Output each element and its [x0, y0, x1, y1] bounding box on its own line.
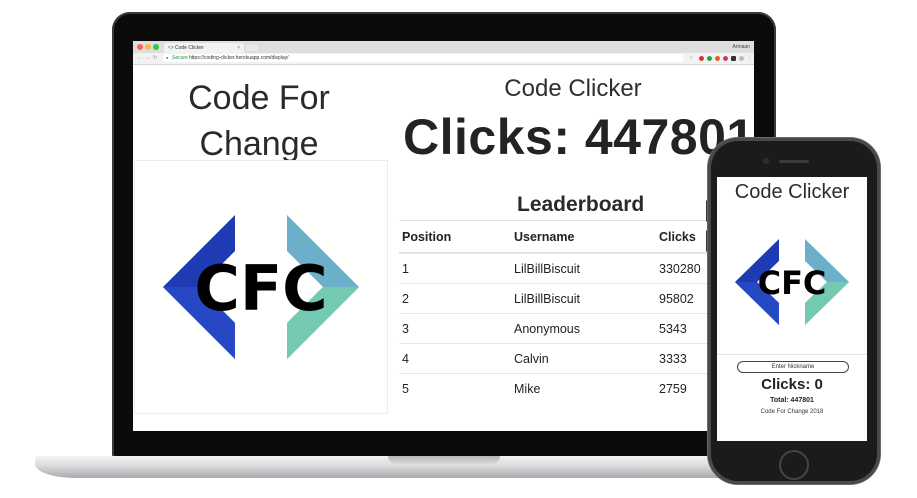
browser-tab-bar: <> Code Clicker × Armaan [133, 41, 754, 53]
header-position: Position [399, 220, 513, 254]
org-title-line1: Code For [188, 79, 330, 117]
laptop-screen: <> Code Clicker × Armaan ← → ↻ ● Secure … [133, 41, 754, 431]
table-row: 4 Calvin 3333 [399, 343, 729, 374]
leaderboard-title: Leaderboard [517, 193, 645, 216]
divider [717, 354, 867, 355]
row-username: Mike [513, 373, 658, 403]
cfc-logo-button[interactable]: CFC [134, 160, 388, 414]
user-clicks: Clicks: 0 [761, 376, 823, 393]
header-username: Username [513, 220, 658, 254]
row-position: 4 [399, 343, 513, 374]
total-clicks: Clicks: 447801 [403, 109, 754, 165]
back-icon[interactable]: ← [137, 53, 142, 64]
address-bar: ← → ↻ ● Secure https://coding-clicker.he… [133, 53, 754, 65]
favicon-icon: <> [168, 45, 174, 51]
table-header-row: Position Username Clicks [399, 220, 729, 254]
app-title: Code Clicker [504, 75, 642, 102]
url-field[interactable]: ● Secure https://coding-clicker.herokuap… [163, 54, 683, 62]
table-row: 2 LilBillBiscuit 95802 [399, 283, 729, 314]
row-username: LilBillBiscuit [513, 252, 658, 284]
row-username: Anonymous [513, 313, 658, 344]
row-position: 3 [399, 313, 513, 344]
extension-icon[interactable] [723, 56, 728, 61]
mobile-cfc-logo-button[interactable]: CFC [732, 237, 852, 327]
row-position: 2 [399, 283, 513, 314]
footer-text: Code For Change 2018 [760, 409, 824, 415]
table-row: 5 Mike 2759 [399, 373, 729, 403]
camera-icon [763, 158, 769, 164]
row-position: 1 [399, 252, 513, 284]
extension-icon[interactable] [707, 56, 712, 61]
url-text: https://coding-clicker.herokuapp.com/dis… [189, 55, 289, 61]
table-row: 1 LilBillBiscuit 330280 [399, 252, 729, 284]
extension-icon[interactable] [739, 56, 744, 61]
nickname-input[interactable]: Enter Nickname [737, 361, 849, 373]
home-button[interactable] [779, 450, 809, 480]
cfc-logo: CFC [163, 215, 359, 359]
mobile-app-title: Code Clicker [734, 181, 850, 203]
row-username: Calvin [513, 343, 658, 374]
table-row: 3 Anonymous 5343 [399, 313, 729, 344]
speaker-grille [779, 160, 809, 163]
secure-label: Secure [172, 55, 188, 61]
row-position: 5 [399, 373, 513, 403]
extension-icon[interactable] [699, 56, 704, 61]
logo-text: CFC [194, 252, 327, 325]
profile-name[interactable]: Armaan [732, 41, 750, 53]
mobile-logo-text: CFC [758, 264, 827, 302]
row-username: LilBillBiscuit [513, 283, 658, 314]
reload-icon[interactable]: ↻ [153, 53, 157, 64]
tab-title: Code Clicker [175, 45, 204, 51]
maximize-window-icon[interactable] [153, 44, 159, 50]
extension-icon[interactable] [731, 56, 736, 61]
minimize-window-icon[interactable] [145, 44, 151, 50]
phone-screen: Code Clicker CFC Enter Nickname Clicks: … [717, 177, 867, 441]
forward-icon[interactable]: → [145, 53, 150, 64]
extension-icon[interactable] [715, 56, 720, 61]
new-tab-button[interactable] [246, 45, 258, 51]
menu-icon[interactable]: ⋮ [747, 53, 752, 64]
laptop-notch [388, 456, 500, 464]
lock-icon: ● [166, 55, 169, 60]
tab-close-icon[interactable]: × [237, 43, 240, 53]
org-title: Code For Change [169, 75, 349, 167]
star-icon[interactable]: ☆ [689, 53, 693, 64]
close-window-icon[interactable] [137, 44, 143, 50]
browser-tab[interactable]: <> Code Clicker × [164, 43, 244, 53]
total-clicks-label: Total: 447801 [770, 397, 814, 404]
leaderboard-table: Position Username Clicks 1 LilBillBiscui… [399, 220, 729, 403]
